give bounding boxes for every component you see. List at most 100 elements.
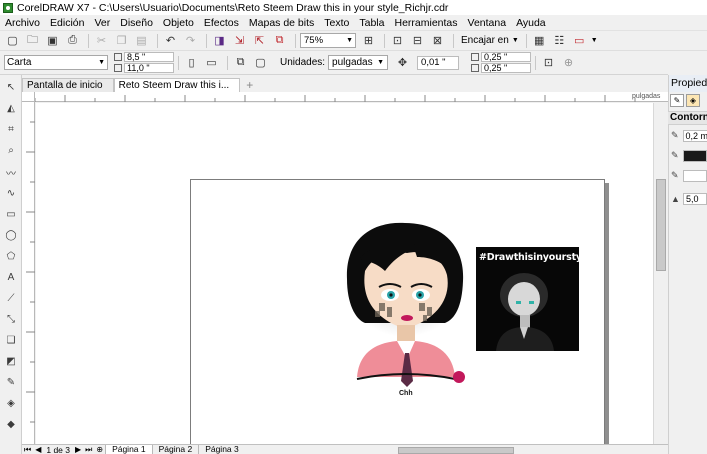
reference-image[interactable]: #Drawthisinyourstyle: [476, 247, 591, 351]
page-tab-1[interactable]: Página 1: [105, 445, 152, 454]
welcome-screen-icon[interactable]: ▦: [531, 33, 548, 49]
zoom-level-select[interactable]: 75% ▼: [300, 33, 356, 48]
duplicate-x-input[interactable]: 0,25 ": [481, 52, 532, 62]
vertical-ruler[interactable]: [22, 102, 35, 444]
cut-icon[interactable]: ✂: [93, 33, 110, 49]
add-page-icon[interactable]: ⊕: [94, 445, 105, 454]
color-eyedropper-icon[interactable]: ✎: [4, 375, 18, 389]
copy-icon[interactable]: ❐: [113, 33, 130, 49]
new-document-icon[interactable]: ▢: [4, 33, 21, 49]
menu-texto[interactable]: Texto: [319, 17, 354, 29]
previous-page-icon[interactable]: ◀: [33, 445, 43, 454]
menu-herramientas[interactable]: Herramientas: [389, 17, 462, 29]
parallel-dimension-icon[interactable]: ⟋: [4, 291, 18, 305]
pick-tool-icon[interactable]: ↖: [4, 80, 18, 94]
last-page-icon[interactable]: ⏭: [83, 445, 94, 454]
menu-objeto[interactable]: Objeto: [158, 17, 199, 29]
vertical-scrollbar[interactable]: [653, 103, 668, 444]
show-guidelines-icon[interactable]: ⊠: [429, 33, 446, 49]
first-page-icon[interactable]: ⏮: [22, 445, 33, 454]
left-pupil: [389, 293, 393, 297]
rectangle-tool-icon[interactable]: ▭: [4, 207, 18, 221]
freehand-tool-icon[interactable]: 〰: [4, 165, 18, 180]
page-width-input[interactable]: 8,5 ": [124, 52, 174, 62]
zoom-tool-icon[interactable]: ⌕: [4, 143, 18, 157]
menu-tabla[interactable]: Tabla: [354, 17, 389, 29]
line-style-select[interactable]: [683, 169, 707, 182]
artistic-media-icon[interactable]: ∿: [4, 186, 18, 200]
ellipse-tool-icon[interactable]: ◯: [4, 228, 18, 242]
portrait-icon[interactable]: ▯: [183, 55, 200, 71]
page-height-icon: [114, 64, 122, 72]
vertical-scroll-thumb[interactable]: [656, 179, 666, 271]
connector-tool-icon[interactable]: ⤡: [4, 312, 18, 326]
nudge-icon: ✥: [397, 57, 408, 69]
show-rulers-icon[interactable]: ⊡: [389, 33, 406, 49]
publish-pdf-icon[interactable]: ⧉: [271, 33, 288, 49]
redo-icon[interactable]: ↷: [182, 33, 199, 49]
print-icon[interactable]: ⎙: [64, 33, 81, 49]
all-pages-icon[interactable]: ⧉: [232, 55, 249, 71]
snap-to-dropdown[interactable]: Encajar en ▼: [458, 35, 522, 46]
save-icon[interactable]: ▣: [44, 33, 61, 49]
search-content-icon[interactable]: ◨: [211, 33, 228, 49]
zoom-value: 75%: [304, 35, 324, 46]
text-tool-icon[interactable]: A: [4, 270, 18, 284]
polygon-tool-icon[interactable]: ⬠: [4, 249, 18, 263]
ruler-origin[interactable]: [22, 92, 35, 102]
menu-diseno[interactable]: Diseño: [115, 17, 158, 29]
tab-document[interactable]: Reto Steem Draw this i...: [113, 78, 241, 92]
show-grid-icon[interactable]: ⊟: [409, 33, 426, 49]
nudge-distance-input[interactable]: 0,01 ": [417, 55, 460, 70]
open-folder-icon[interactable]: 🗀: [24, 33, 41, 49]
tab-start-screen[interactable]: Pantalla de inicio: [22, 78, 114, 92]
application-launcher-icon[interactable]: ▭: [571, 33, 588, 49]
menu-edicion[interactable]: Edición: [45, 17, 89, 29]
new-tab-icon[interactable]: +: [246, 78, 253, 92]
horizontal-ruler[interactable]: [34, 92, 668, 102]
crop-tool-icon[interactable]: ⌗: [4, 122, 18, 136]
full-screen-preview-icon[interactable]: ⊞: [360, 33, 377, 49]
menu-efectos[interactable]: Efectos: [199, 17, 244, 29]
snap-to-label: Encajar en: [461, 35, 509, 46]
outline-width-icon: ✎: [671, 130, 679, 140]
smart-fill-icon[interactable]: ◆: [4, 417, 18, 431]
miter-limit-row: ▲ 5,0: [671, 192, 707, 205]
landscape-icon[interactable]: ▭: [203, 55, 220, 71]
options-icon[interactable]: ☷: [551, 33, 568, 49]
drop-shadow-icon[interactable]: ❑: [4, 333, 18, 347]
menu-ventana[interactable]: Ventana: [463, 17, 512, 29]
line-style-icon: ✎: [671, 170, 679, 180]
horizontal-scroll-thumb[interactable]: [398, 447, 514, 454]
page-tab-2[interactable]: Página 2: [151, 445, 199, 454]
outline-color-swatch[interactable]: [683, 149, 707, 162]
miter-limit-input[interactable]: 5,0: [683, 192, 707, 205]
menu-archivo[interactable]: Archivo: [4, 17, 45, 29]
next-page-icon[interactable]: ▶: [73, 445, 83, 454]
units-select[interactable]: pulgadas ▼: [328, 55, 389, 70]
menu-mapas-de-bits[interactable]: Mapas de bits: [244, 17, 319, 29]
paper-type-select[interactable]: Carta ▼: [4, 55, 108, 70]
duplicate-y-input[interactable]: 0,25 ": [481, 63, 532, 73]
interactive-fill-icon[interactable]: ◈: [4, 396, 18, 410]
outline-width-input[interactable]: 0,2 m: [682, 129, 707, 142]
current-page-icon[interactable]: ▢: [252, 55, 269, 71]
outline-tab-icon[interactable]: ✎: [670, 94, 684, 107]
page-height-input[interactable]: 11,0 ": [124, 63, 174, 73]
menu-ayuda[interactable]: Ayuda: [511, 17, 551, 29]
girl-illustration[interactable]: [335, 219, 485, 404]
fill-tab-icon[interactable]: ◈: [686, 94, 700, 107]
page-tab-3[interactable]: Página 3: [198, 445, 245, 454]
paste-icon[interactable]: ▤: [133, 33, 150, 49]
quick-customize-icon[interactable]: ⊕: [560, 55, 577, 71]
outline-color-row: ✎: [671, 149, 707, 162]
undo-icon[interactable]: ↶: [162, 33, 179, 49]
shape-tool-icon[interactable]: ◭: [4, 101, 18, 115]
treat-as-filled-icon[interactable]: ⊡: [540, 55, 557, 71]
chevron-down-icon[interactable]: ▼: [591, 37, 598, 44]
transparency-tool-icon[interactable]: ◩: [4, 354, 18, 368]
import-icon[interactable]: ⇲: [231, 33, 248, 49]
export-icon[interactable]: ⇱: [251, 33, 268, 49]
menu-ver[interactable]: Ver: [89, 17, 115, 29]
signature-text: Chh: [399, 390, 413, 397]
